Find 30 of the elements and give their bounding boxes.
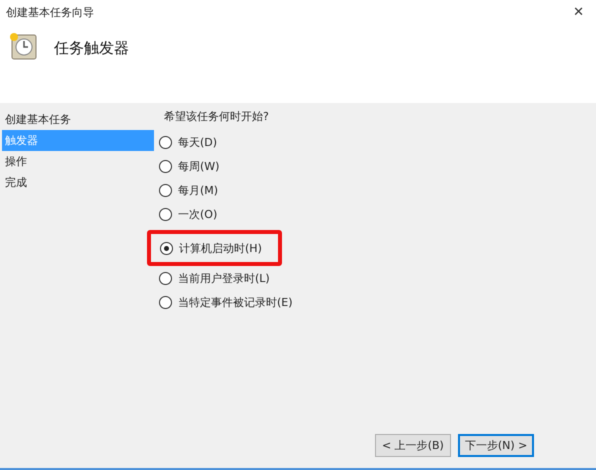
- sidebar-item[interactable]: 操作: [2, 151, 154, 172]
- radio-button[interactable]: [159, 184, 172, 196]
- option-label: 每周(W): [178, 158, 220, 174]
- option-label: 每月(M): [178, 182, 218, 198]
- header-title: 任务触发器: [54, 39, 129, 58]
- radio-option[interactable]: 每天(D): [159, 130, 218, 154]
- close-button[interactable]: ✕: [569, 5, 588, 20]
- radio-button[interactable]: [159, 208, 172, 220]
- radio-option[interactable]: 一次(O): [159, 202, 218, 226]
- radio-option[interactable]: 每月(M): [159, 178, 218, 202]
- clock-icon: [8, 31, 38, 61]
- radio-button[interactable]: [159, 272, 172, 284]
- radio-button[interactable]: [159, 136, 172, 148]
- option-label: 一次(O): [178, 206, 218, 222]
- option-label: 当前用户登录时(L): [178, 270, 270, 286]
- radio-option[interactable]: 当特定事件被记录时(E): [159, 290, 293, 314]
- radio-button[interactable]: [160, 242, 173, 254]
- back-button[interactable]: < 上一步(B): [375, 434, 451, 457]
- radio-option[interactable]: 每周(W): [159, 154, 220, 178]
- next-button[interactable]: 下一步(N) >: [458, 434, 534, 457]
- radio-button[interactable]: [159, 160, 172, 172]
- option-label: 当特定事件被记录时(E): [178, 294, 293, 310]
- radio-button[interactable]: [159, 296, 172, 308]
- sidebar-item[interactable]: 完成: [2, 172, 154, 193]
- window-title: 创建基本任务向导: [6, 5, 94, 20]
- question-text: 希望该任务何时开始?: [164, 109, 270, 124]
- radio-option[interactable]: 当前用户登录时(L): [159, 266, 270, 290]
- sidebar-item[interactable]: 创建基本任务: [2, 109, 154, 130]
- option-label: 计算机启动时(H): [179, 240, 262, 256]
- option-label: 每天(D): [178, 134, 218, 150]
